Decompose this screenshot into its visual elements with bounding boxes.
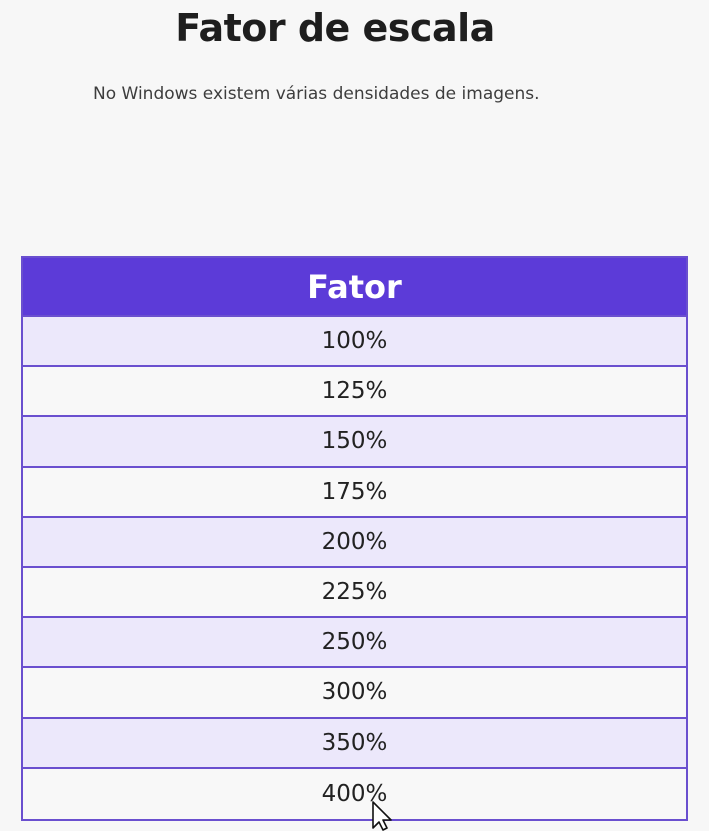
table-row: 350%	[23, 718, 686, 769]
table-row: 250%	[23, 618, 686, 669]
page-title: Fator de escala	[175, 6, 495, 50]
table-header-fator: Fator	[23, 258, 686, 317]
scale-factor-table: Fator 100% 125% 150% 175% 200% 225% 250%…	[21, 256, 688, 821]
page-subtitle: No Windows existem várias densidades de …	[93, 84, 540, 104]
table-row: 225%	[23, 567, 686, 619]
table-row: 200%	[23, 517, 686, 568]
table-row: 400%	[23, 768, 686, 819]
table-row: 100%	[23, 317, 686, 368]
table-row: 300%	[23, 668, 686, 719]
mouse-pointer-icon	[372, 801, 392, 831]
table-row: 150%	[23, 417, 686, 468]
table-row: 175%	[23, 467, 686, 518]
table-row: 125%	[23, 367, 686, 418]
